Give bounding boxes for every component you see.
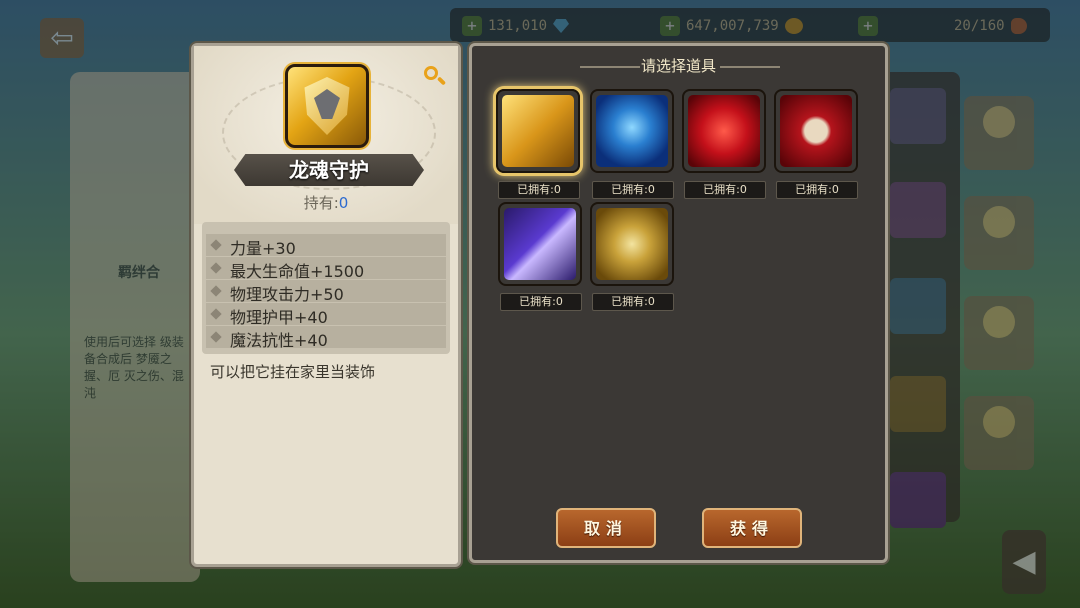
item-slot-skull-staff[interactable]: [774, 89, 858, 173]
owned-badge: 已拥有:0: [592, 181, 674, 199]
stat-row: 物理攻击力+50: [206, 280, 446, 304]
skull-icon: [780, 95, 852, 167]
stat-text: 物理护甲+40: [230, 308, 328, 327]
diamond-bullet-icon: [210, 239, 222, 251]
item-title: 龙魂守护: [289, 158, 369, 182]
stat-row: 物理护甲+40: [206, 303, 446, 327]
owned-badge: 已拥有:0: [498, 181, 580, 199]
stat-row: 力量+30: [206, 234, 446, 258]
owned-count: 持有:0: [194, 192, 458, 213]
item-slot-gold-ore[interactable]: [590, 202, 674, 286]
item-description: 可以把它挂在家里当装饰: [210, 363, 376, 381]
obtain-button[interactable]: 获得: [702, 508, 802, 548]
owned-value: 0: [338, 194, 349, 212]
stat-row: 最大生命值+1500: [206, 257, 446, 281]
item-select-panel: 请选择道具 已拥有:0 已拥有:0 已拥有:0 已拥有:0 已拥有:0 已拥有:…: [469, 43, 888, 563]
item-slot-blue-ring[interactable]: [590, 89, 674, 173]
axe-icon: [688, 95, 760, 167]
dragon-soul-guard-icon: [285, 64, 369, 148]
dragon-soul-guard-icon: [502, 95, 574, 167]
bow-icon: [504, 208, 576, 280]
ore-icon: [596, 208, 668, 280]
stat-text: 物理攻击力+50: [230, 285, 344, 304]
item-slot-battle-axe[interactable]: [682, 89, 766, 173]
stat-text: 力量+30: [230, 239, 296, 258]
ring-icon: [596, 95, 668, 167]
select-title: 请选择道具: [640, 57, 716, 75]
stat-text: 最大生命值+1500: [230, 262, 365, 281]
cancel-button[interactable]: 取消: [556, 508, 656, 548]
diamond-bullet-icon: [210, 308, 222, 320]
stat-row: 魔法抗性+40: [206, 326, 446, 350]
stats-list: 力量+30 最大生命值+1500 物理攻击力+50 物理护甲+40 魔法抗性+4…: [202, 222, 450, 354]
diamond-bullet-icon: [210, 331, 222, 343]
diamond-bullet-icon: [210, 262, 222, 274]
owned-badge: 已拥有:0: [684, 181, 766, 199]
owned-badge: 已拥有:0: [592, 293, 674, 311]
magnifier-icon[interactable]: [422, 64, 447, 88]
owned-badge: 已拥有:0: [500, 293, 582, 311]
owned-badge: 已拥有:0: [776, 181, 858, 199]
stat-text: 魔法抗性+40: [230, 331, 328, 350]
diamond-bullet-icon: [210, 285, 222, 297]
item-header: 龙魂守护 持有:0: [194, 46, 458, 224]
item-slot-dragon-soul-guard[interactable]: [496, 89, 580, 173]
owned-label: 持有:: [303, 194, 339, 212]
item-slot-purple-bow[interactable]: [498, 202, 582, 286]
item-info-panel: 龙魂守护 持有:0 力量+30 最大生命值+1500 物理攻击力+50 物理护甲…: [191, 43, 461, 567]
